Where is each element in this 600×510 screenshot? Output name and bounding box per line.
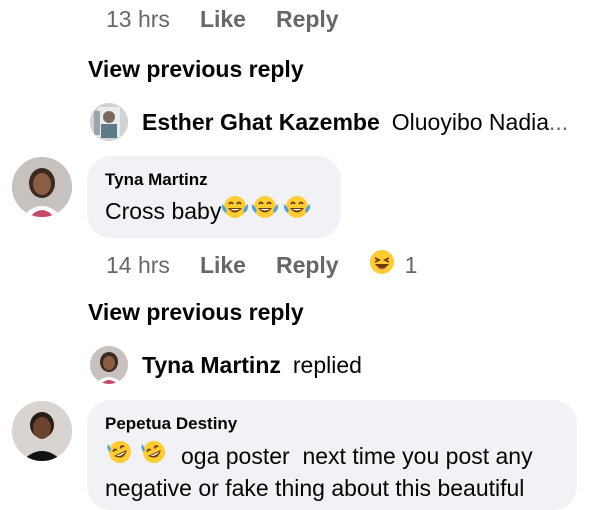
comment-author-name[interactable]: Pepetua Destiny: [105, 414, 559, 434]
face-with-tears-of-joy-icon: [249, 194, 281, 227]
avatar[interactable]: [90, 103, 128, 141]
avatar[interactable]: [90, 346, 128, 384]
rolling-on-the-floor-laughing-icon: [139, 438, 169, 473]
comment-meta-row-top: 13 hrs Like Reply: [106, 6, 369, 33]
reaction-summary[interactable]: 1: [369, 249, 418, 281]
timestamp: 14 hrs: [106, 251, 170, 278]
comment-text: Cross baby: [105, 194, 323, 227]
reaction-count: 1: [404, 251, 418, 278]
reply-preview-ellipsis: ...: [549, 108, 569, 135]
face-with-tears-of-joy-icon: [221, 194, 249, 227]
view-previous-reply-link[interactable]: View previous reply: [88, 299, 304, 326]
reply-author-name[interactable]: Esther Ghat Kazembe: [142, 109, 380, 136]
face-with-tears-of-joy-icon: [281, 194, 313, 227]
laughing-face-icon: [369, 249, 395, 281]
reply-author-name[interactable]: Tyna Martinz: [142, 352, 281, 379]
reply-preview-text: Oluoyibo Nadia: [391, 108, 550, 135]
comment-text: oga poster next time you post any: [105, 438, 559, 473]
comment-meta-row: 14 hrs Like Reply 1: [106, 249, 417, 281]
reply-preview-text: replied: [292, 351, 362, 378]
avatar[interactable]: [12, 401, 72, 461]
comment-body-text: Cross baby: [105, 197, 222, 224]
view-previous-reply-link[interactable]: View previous reply: [88, 56, 304, 83]
like-button[interactable]: Like: [200, 252, 246, 279]
reply-button[interactable]: Reply: [276, 6, 339, 33]
rolling-on-the-floor-laughing-icon: [105, 438, 135, 473]
reply-summary-esther[interactable]: Esther Ghat Kazembe Oluoyibo Nadia...: [90, 103, 568, 141]
comment-body-text-line2: negative or fake thing about this beauti…: [105, 475, 525, 501]
comment-bubble: Pepetua Destiny oga poster next time you…: [87, 400, 577, 510]
like-button[interactable]: Like: [200, 6, 246, 33]
reply-button[interactable]: Reply: [276, 252, 339, 279]
comment-author-name[interactable]: Tyna Martinz: [105, 170, 323, 190]
timestamp: 13 hrs: [106, 6, 170, 32]
reply-summary-tyna[interactable]: Tyna Martinz replied: [90, 346, 362, 384]
avatar[interactable]: [12, 157, 72, 217]
comment-bubble: Tyna Martinz Cross baby: [87, 156, 341, 238]
comment-body-text: oga poster next time you post any: [181, 442, 533, 469]
